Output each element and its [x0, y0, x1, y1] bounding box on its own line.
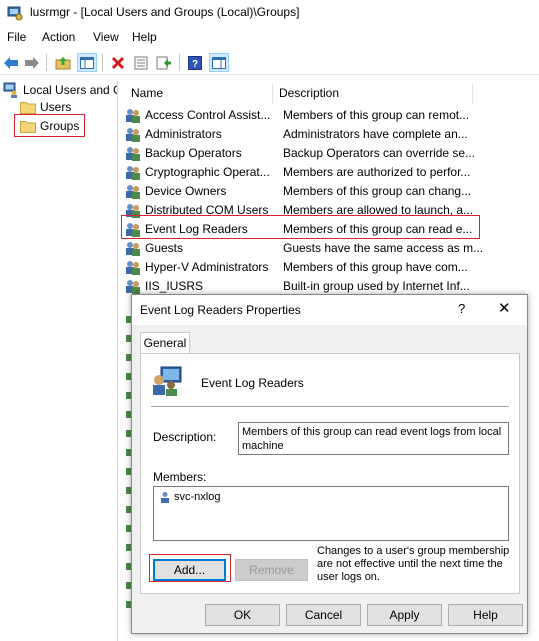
tree-root[interactable]: Local Users and G [3, 82, 118, 98]
membership-note-line1: Changes to a user's group membership [317, 545, 510, 557]
row-description: Members of this group can remot... [283, 107, 470, 122]
menu-action[interactable]: Action [40, 30, 77, 44]
membership-note-line3: user logs on. [317, 571, 380, 583]
column-header-name[interactable]: Name [125, 83, 273, 103]
row-name: Device Owners [145, 183, 227, 198]
window-title: lusrmgr - [Local Users and Groups (Local… [30, 5, 300, 19]
row-description: Backup Operators can override se... [283, 145, 476, 160]
menu-help[interactable]: Help [130, 30, 159, 44]
computer-management-icon [7, 6, 23, 21]
row-name: IIS_IUSRS [145, 278, 204, 293]
groups-highlight-box [14, 114, 85, 137]
row-name: Cryptographic Operat... [145, 164, 270, 179]
apply-button[interactable]: Apply [367, 604, 442, 626]
list-row[interactable]: IIS_IUSRS Built-in group used by Interne… [125, 276, 539, 295]
delete-icon[interactable] [108, 53, 128, 72]
row-name: Backup Operators [145, 145, 242, 160]
membership-note-line2: are not effective until the next time th… [317, 558, 503, 570]
row-name: Access Control Assist... [145, 107, 271, 122]
show-tree-icon[interactable] [77, 53, 97, 72]
group-icon [126, 146, 140, 161]
row-description: Built-in group used by Internet Inf... [283, 278, 470, 293]
tree-item-users[interactable]: Users [20, 100, 71, 114]
dialog-help-button[interactable]: ? [458, 301, 465, 316]
list-row[interactable]: Backup Operators Backup Operators can ov… [125, 143, 539, 162]
event-log-readers-highlight-box [121, 215, 480, 239]
forward-arrow-icon[interactable] [22, 53, 42, 72]
menu-view[interactable]: View [91, 30, 121, 44]
group-icon [126, 279, 140, 294]
group-icon [126, 165, 140, 180]
remove-button[interactable]: Remove [235, 559, 308, 581]
add-button-highlight-box [149, 554, 231, 582]
ok-button[interactable]: OK [205, 604, 280, 626]
folder-icon [20, 101, 36, 114]
row-name: Guests [145, 240, 184, 255]
row-name: Administrators [145, 126, 222, 141]
user-icon [161, 492, 169, 503]
help-button[interactable]: Help [448, 604, 523, 626]
list-row[interactable]: Cryptographic Operat... Members are auth… [125, 162, 539, 181]
tree-item-users-label: Users [40, 100, 72, 114]
svg-text:?: ? [192, 59, 198, 70]
menu-file[interactable]: File [5, 30, 28, 44]
member-item[interactable]: svc-nxlog [159, 491, 220, 503]
group-icon [126, 108, 140, 123]
group-name: Event Log Readers [201, 376, 304, 390]
row-description: Members of this group have com... [283, 259, 468, 274]
row-description: Administrators have complete an... [283, 126, 468, 141]
list-row[interactable]: Administrators Administrators have compl… [125, 124, 539, 143]
dialog-close-button[interactable]: ✕ [498, 299, 511, 317]
dialog-title: Event Log Readers Properties [140, 303, 301, 317]
members-label: Members: [153, 470, 207, 484]
menu-bar: File Action View Help [0, 28, 539, 48]
cancel-button[interactable]: Cancel [286, 604, 361, 626]
up-folder-icon[interactable] [53, 53, 73, 72]
back-arrow-icon[interactable] [1, 53, 21, 72]
group-large-icon [153, 366, 182, 396]
members-list[interactable]: svc-nxlog [153, 486, 509, 541]
row-description: Members are authorized to perfor... [283, 164, 471, 179]
dialog-title-bar: Event Log Readers Properties ? ✕ [132, 295, 527, 325]
properties-dialog: Event Log Readers Properties ? ✕ General… [131, 294, 528, 634]
title-bar: lusrmgr - [Local Users and Groups (Local… [0, 0, 539, 26]
show-pane-icon[interactable] [209, 53, 229, 72]
group-icon [126, 127, 140, 142]
properties-icon[interactable] [131, 53, 151, 72]
column-header-description[interactable]: Description [273, 83, 473, 103]
general-tab-panel: Event Log Readers Description: Members o… [140, 353, 520, 594]
help-icon[interactable]: ? [185, 53, 205, 72]
tab-general[interactable]: General [140, 332, 190, 354]
member-name: svc-nxlog [174, 491, 221, 503]
description-label: Description: [153, 430, 217, 444]
description-field[interactable]: Members of this group can read event log… [238, 422, 509, 455]
group-icon [126, 184, 140, 199]
list-row[interactable]: Device Owners Members of this group can … [125, 181, 539, 200]
row-description: Guests have the same access as m... [283, 240, 483, 255]
tree-root-label: Local Users and G [23, 83, 118, 97]
row-description: Members of this group can chang... [283, 183, 472, 198]
group-icon [126, 260, 140, 275]
group-icon [126, 241, 140, 256]
list-row[interactable]: Access Control Assist... Members of this… [125, 105, 539, 124]
tree-pane: Local Users and G Users Groups [0, 79, 118, 641]
list-row[interactable]: Guests Guests have the same access as m.… [125, 238, 539, 257]
computer-users-icon [3, 82, 17, 98]
toolbar: ? [0, 50, 539, 75]
row-name: Hyper-V Administrators [145, 259, 269, 274]
export-icon[interactable] [154, 53, 174, 72]
list-row[interactable]: Hyper-V Administrators Members of this g… [125, 257, 539, 276]
divider [151, 406, 509, 407]
